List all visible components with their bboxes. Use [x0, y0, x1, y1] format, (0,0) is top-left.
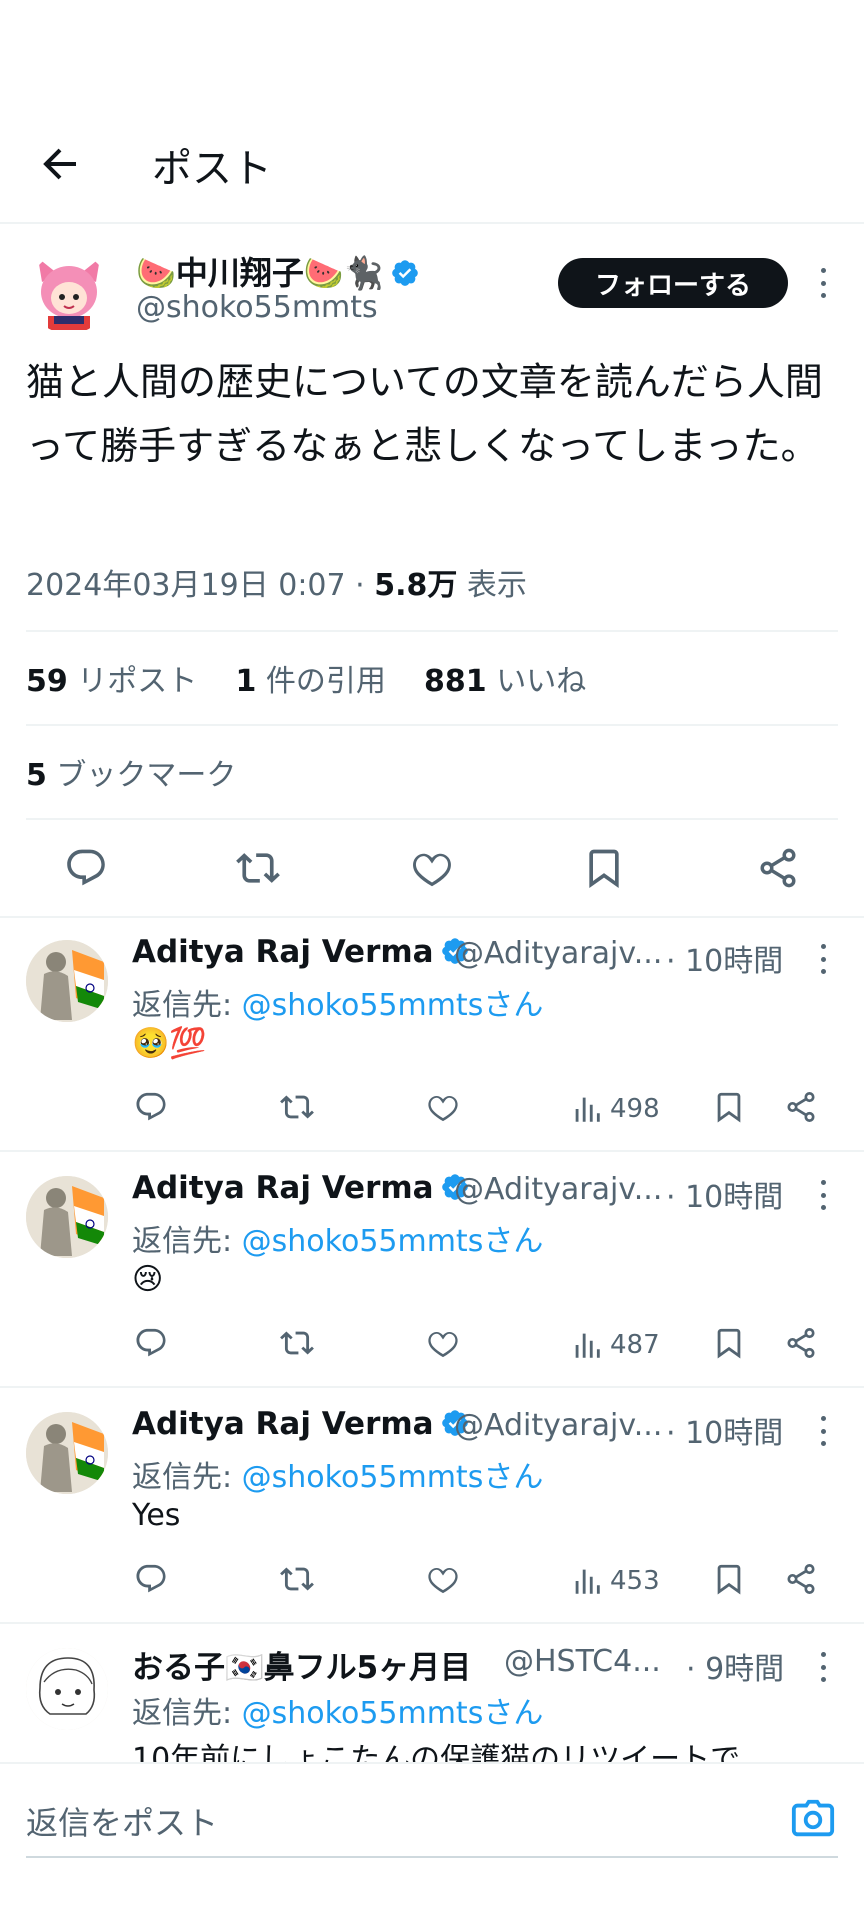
like-icon[interactable]: [410, 846, 454, 890]
author-name[interactable]: 🍉中川翔子🍉🐈‍⬛: [136, 248, 420, 294]
reposts-stat[interactable]: 59 リポスト: [26, 664, 197, 699]
views-icon: [575, 1097, 600, 1122]
reply-avatar[interactable]: [26, 1176, 108, 1258]
reply-item[interactable]: Aditya Raj Verma @Adityarajv... · 10時間返信先:…: [0, 1152, 864, 1388]
repost-icon[interactable]: [280, 1326, 314, 1360]
bookmarks-stat[interactable]: 5 ブックマーク: [26, 750, 236, 794]
reply-text: 😢: [132, 1262, 164, 1297]
bookmark-icon[interactable]: [712, 1326, 746, 1360]
reply-to-mention[interactable]: @shoko55mmtsさん: [242, 988, 544, 1023]
bookmark-icon[interactable]: [582, 846, 626, 890]
reply-text: 🥹💯: [132, 1026, 207, 1061]
more-options-icon[interactable]: [818, 1652, 828, 1682]
reply-author-name[interactable]: Aditya Raj Verma: [132, 1170, 470, 1206]
reply-to-mention[interactable]: @shoko55mmtsさん: [242, 1224, 544, 1259]
reply-to-mention[interactable]: @shoko55mmtsさん: [242, 1460, 544, 1495]
views-icon: [575, 1333, 600, 1358]
more-options-icon[interactable]: [818, 944, 828, 974]
views-icon: [575, 1569, 600, 1594]
views-count: 5.8万: [374, 568, 458, 603]
reply-author-name[interactable]: おる子🇰🇷鼻フル5ヶ月目: [132, 1642, 471, 1687]
like-icon[interactable]: [426, 1090, 460, 1124]
reply-avatar[interactable]: [26, 1648, 108, 1730]
reply-time[interactable]: · 10時間: [666, 1408, 783, 1452]
views-stat[interactable]: 498: [570, 1092, 660, 1126]
repost-icon[interactable]: [280, 1562, 314, 1596]
back-arrow-icon[interactable]: [36, 140, 84, 188]
reply-action-bar: 498: [0, 1086, 864, 1136]
reply-item[interactable]: Aditya Raj Verma @Adityarajv... · 10時間返信先:…: [0, 916, 864, 1152]
views-stat[interactable]: 487: [570, 1328, 660, 1362]
reply-time[interactable]: · 10時間: [666, 936, 783, 980]
reply-to: 返信先: @shoko55mmtsさん: [132, 1460, 544, 1495]
reply-author-handle[interactable]: @Adityarajv...: [454, 1172, 662, 1207]
reply-composer[interactable]: 返信をポスト: [0, 1762, 864, 1922]
reply-to: 返信先: @shoko55mmtsさん: [132, 1224, 544, 1259]
reply-author-name[interactable]: Aditya Raj Verma: [132, 934, 470, 970]
reply-to: 返信先: @shoko55mmtsさん: [132, 988, 544, 1023]
reply-text: Yes: [132, 1498, 181, 1533]
share-icon[interactable]: [784, 1562, 818, 1596]
post-stats: 59 リポスト 1 件の引用 881 いいね: [26, 656, 586, 700]
reply-icon[interactable]: [134, 1326, 168, 1360]
reply-action-bar: 487: [0, 1322, 864, 1372]
share-icon[interactable]: [756, 846, 800, 890]
likes-stat[interactable]: 881 いいね: [424, 664, 586, 699]
reply-icon[interactable]: [64, 846, 108, 890]
reply-icon[interactable]: [134, 1562, 168, 1596]
bookmark-icon[interactable]: [712, 1090, 746, 1124]
reply-author-name[interactable]: Aditya Raj Verma: [132, 1406, 470, 1442]
follow-button[interactable]: フォローする: [558, 258, 788, 308]
post-meta: 2024年03月19日 0:07 · 5.8万 表示: [26, 568, 527, 603]
like-icon[interactable]: [426, 1562, 460, 1596]
divider: [26, 724, 838, 726]
post-text: 猫と人間の歴史についての文章を読んだら人間って勝手すぎるなぁと悲しくなってしまっ…: [26, 360, 823, 468]
divider: [26, 818, 838, 820]
reply-author-handle[interactable]: @Adityarajv...: [454, 1408, 662, 1443]
more-options-icon[interactable]: [818, 268, 828, 298]
author-avatar[interactable]: [28, 252, 110, 334]
page-title: ポスト: [152, 146, 272, 192]
reply-item[interactable]: おる子🇰🇷鼻フル5ヶ月目 @HSTC4... · 9時間返信先: @shoko55m…: [0, 1624, 864, 1777]
verified-badge-icon: [391, 260, 418, 286]
reply-action-bar: 453: [0, 1558, 864, 1608]
share-icon[interactable]: [784, 1090, 818, 1124]
bookmark-icon[interactable]: [712, 1562, 746, 1596]
more-options-icon[interactable]: [818, 1416, 828, 1446]
reply-avatar[interactable]: [26, 940, 108, 1022]
reply-icon[interactable]: [134, 1090, 168, 1124]
repost-icon[interactable]: [280, 1090, 314, 1124]
post-timestamp[interactable]: 2024年03月19日 0:07: [26, 568, 346, 603]
reply-to-mention[interactable]: @shoko55mmtsさん: [242, 1696, 544, 1731]
repost-icon[interactable]: [236, 846, 280, 890]
reply-time[interactable]: · 9時間: [686, 1644, 784, 1688]
author-handle[interactable]: @shoko55mmts: [136, 290, 378, 325]
reply-input[interactable]: 返信をポスト: [26, 1798, 218, 1844]
reply-author-handle[interactable]: @Adityarajv...: [454, 936, 662, 971]
reply-item[interactable]: Aditya Raj Verma @Adityarajv... · 10時間返信先:…: [0, 1388, 864, 1624]
camera-icon[interactable]: [790, 1796, 836, 1842]
reply-time[interactable]: · 10時間: [666, 1172, 783, 1216]
header-divider: [0, 222, 864, 224]
divider: [26, 630, 838, 632]
composer-underline: [26, 1856, 838, 1858]
views-stat[interactable]: 453: [570, 1564, 660, 1598]
views-label: 表示: [466, 568, 527, 603]
reply-to: 返信先: @shoko55mmtsさん: [132, 1696, 544, 1731]
reply-author-handle[interactable]: @HSTC4...: [504, 1644, 661, 1679]
reply-avatar[interactable]: [26, 1412, 108, 1494]
like-icon[interactable]: [426, 1326, 460, 1360]
share-icon[interactable]: [784, 1326, 818, 1360]
quotes-stat[interactable]: 1 件の引用: [235, 664, 385, 699]
more-options-icon[interactable]: [818, 1180, 828, 1210]
